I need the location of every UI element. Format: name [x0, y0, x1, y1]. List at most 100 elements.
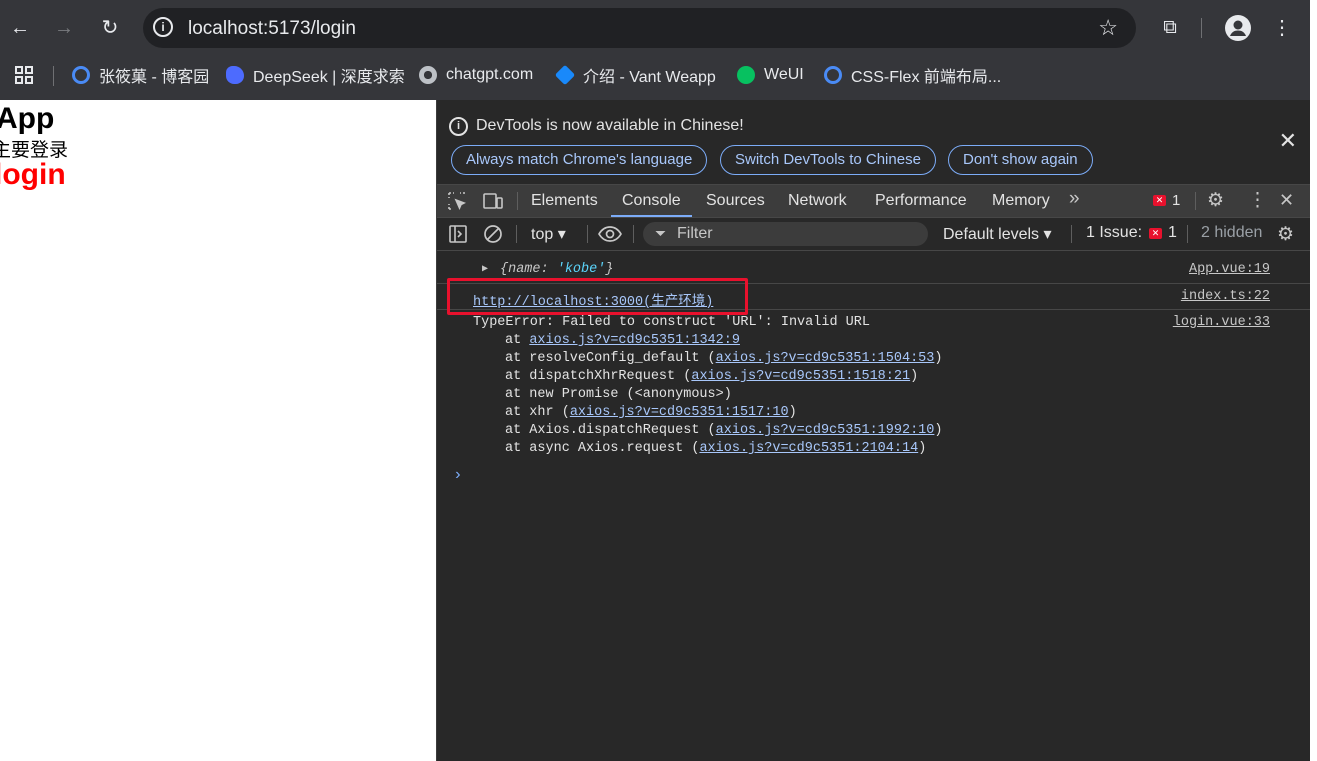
stack-frame: at dispatchXhrRequest (axios.js?v=cd9c53… [505, 369, 918, 384]
tab-elements[interactable]: Elements [531, 185, 598, 217]
highlight-annotation-box [447, 278, 748, 315]
bookmark-label: chatgpt.com [446, 66, 534, 83]
infobar-message: DevTools is now available in Chinese! [476, 117, 744, 134]
tab-sources[interactable]: Sources [706, 185, 765, 217]
frame-prefix: at [505, 333, 530, 348]
frame-link[interactable]: axios.js?v=cd9c5351:1342:9 [529, 333, 740, 348]
frame-suffix: ) [788, 405, 797, 420]
live-expression-eye-icon[interactable] [598, 225, 622, 248]
context-selector[interactable]: top ▾ [531, 224, 566, 244]
object-value: 'kobe' [556, 262, 606, 277]
info-icon: i [449, 117, 468, 136]
apps-grid-icon[interactable] [15, 66, 33, 89]
bookmark-label: DeepSeek | 深度求索 [253, 69, 405, 86]
login-heading: login [0, 158, 66, 191]
cnblogs-icon [72, 66, 90, 84]
object-prefix: {name: [500, 262, 557, 277]
frame-link[interactable]: axios.js?v=cd9c5351:1504:53 [716, 351, 935, 366]
stack-frame: at new Promise (<anonymous>) [505, 387, 732, 402]
console-prompt[interactable]: › [453, 466, 463, 484]
forward-button[interactable]: → [49, 13, 79, 43]
cnblogs-icon [824, 66, 842, 84]
bookmark-cnblogs[interactable]: 张筱菓 - 博客园 [72, 64, 209, 86]
inspect-element-icon[interactable] [448, 192, 466, 215]
tab-console[interactable]: Console [611, 185, 692, 217]
console-message-error: TypeError: Failed to construct 'URL': In… [437, 315, 1311, 465]
settings-gear-icon[interactable]: ⚙ [1207, 189, 1224, 212]
frame-suffix: ) [910, 369, 919, 384]
wechat-icon [737, 66, 755, 84]
stack-frame: at xhr (axios.js?v=cd9c5351:1517:10) [505, 405, 797, 420]
match-language-button[interactable]: Always match Chrome's language [451, 145, 708, 175]
more-tabs-chevron-icon[interactable]: » [1069, 188, 1080, 210]
hidden-count: 2 hidden [1201, 224, 1263, 241]
issues-counter[interactable]: 1 Issue: ✕ 1 [1086, 224, 1177, 242]
close-devtools-icon[interactable]: ✕ [1279, 190, 1294, 211]
tab-performance[interactable]: Performance [875, 185, 967, 217]
console-output: ▶ {name: 'kobe'} App.vue:19 http://local… [437, 252, 1311, 761]
console-toolbar: top ▾ ⏷ Filter Default levels ▾ 1 Issue:… [437, 218, 1311, 251]
toolbar-divider [633, 225, 634, 243]
tab-memory[interactable]: Memory [992, 185, 1050, 217]
console-settings-gear-icon[interactable]: ⚙ [1277, 223, 1294, 246]
clear-console-icon[interactable] [483, 224, 503, 249]
error-badge[interactable]: ✕ 1 [1153, 192, 1180, 209]
switch-to-chinese-button[interactable]: Switch DevTools to Chinese [720, 145, 936, 175]
bookmark-chatgpt[interactable]: chatgpt.com [419, 64, 533, 86]
bookmark-star-icon[interactable]: ☆ [1098, 15, 1118, 41]
filter-funnel-icon: ⏷ [655, 225, 667, 241]
deepseek-whale-icon [226, 66, 244, 84]
frame-prefix: at Axios.dispatchRequest ( [505, 423, 716, 438]
toolbar-divider [1187, 225, 1188, 243]
error-count: 1 [1172, 192, 1181, 209]
stack-frame: at Axios.dispatchRequest (axios.js?v=cd9… [505, 423, 943, 438]
bookmarks-divider [53, 66, 54, 86]
bookmark-label: 张筱菓 - 博客园 [99, 69, 210, 86]
object-preview[interactable]: {name: 'kobe'} [500, 262, 613, 277]
dont-show-again-button[interactable]: Don't show again [948, 145, 1093, 175]
profile-avatar-icon[interactable] [1225, 15, 1251, 41]
frame-link[interactable]: axios.js?v=cd9c5351:1992:10 [716, 423, 935, 438]
console-filter-input[interactable]: ⏷ Filter [643, 222, 928, 246]
sidebar-toggle-icon[interactable] [449, 225, 467, 248]
toolbar-divider [516, 225, 517, 243]
toolbar-divider [587, 225, 588, 243]
frame-prefix: at async Axios.request ( [505, 441, 700, 456]
issues-label: 1 Issue: [1086, 224, 1143, 241]
frame-link[interactable]: axios.js?v=cd9c5351:2104:14 [699, 441, 918, 456]
back-button[interactable]: ← [5, 13, 35, 43]
frame-link[interactable]: axios.js?v=cd9c5351:1518:21 [691, 369, 910, 384]
frame-link[interactable]: axios.js?v=cd9c5351:1517:10 [570, 405, 789, 420]
source-link[interactable]: index.ts:22 [1181, 289, 1270, 304]
bookmark-label: 介绍 - Vant Weapp [583, 69, 716, 86]
close-icon[interactable]: ✕ [1279, 128, 1297, 154]
stack-frame: at resolveConfig_default (axios.js?v=cd9… [505, 351, 943, 366]
object-suffix: } [605, 262, 614, 277]
bookmark-vant[interactable]: 介绍 - Vant Weapp [554, 64, 716, 86]
device-toolbar-icon[interactable] [483, 192, 503, 215]
address-bar[interactable]: i localhost:5173/login ☆ [143, 8, 1136, 48]
bookmarks-bar: 张筱菓 - 博客园 DeepSeek | 深度求索 chatgpt.com 介绍… [0, 58, 1310, 92]
source-link[interactable]: App.vue:19 [1189, 262, 1270, 277]
site-info-icon[interactable]: i [153, 17, 173, 37]
bookmark-weui[interactable]: WeUI [737, 64, 804, 86]
frame-prefix: at xhr ( [505, 405, 570, 420]
chrome-menu-icon[interactable]: ⋮ [1267, 13, 1297, 43]
bookmark-css-flex[interactable]: CSS-Flex 前端布局... [824, 64, 1001, 86]
reload-button[interactable]: ↻ [95, 13, 125, 43]
page-viewport: App 主要登录 login [0, 100, 436, 761]
tab-network[interactable]: Network [788, 185, 847, 217]
expand-triangle-icon[interactable]: ▶ [482, 263, 488, 275]
source-link[interactable]: login.vue:33 [1173, 315, 1270, 330]
frame-prefix: at new Promise (<anonymous>) [505, 387, 732, 402]
devtools-menu-icon[interactable]: ⋮ [1248, 189, 1267, 212]
log-levels-dropdown[interactable]: Default levels ▾ [943, 224, 1052, 244]
page-heading: App [0, 102, 55, 135]
bookmark-deepseek[interactable]: DeepSeek | 深度求索 [226, 64, 405, 86]
window-edge [1310, 0, 1317, 761]
toolbar-divider [1071, 225, 1072, 243]
extensions-icon[interactable]: ⧉ [1155, 13, 1185, 43]
frame-suffix: ) [934, 423, 943, 438]
filter-placeholder: Filter [677, 225, 713, 242]
url-text[interactable]: localhost:5173/login [188, 18, 356, 40]
